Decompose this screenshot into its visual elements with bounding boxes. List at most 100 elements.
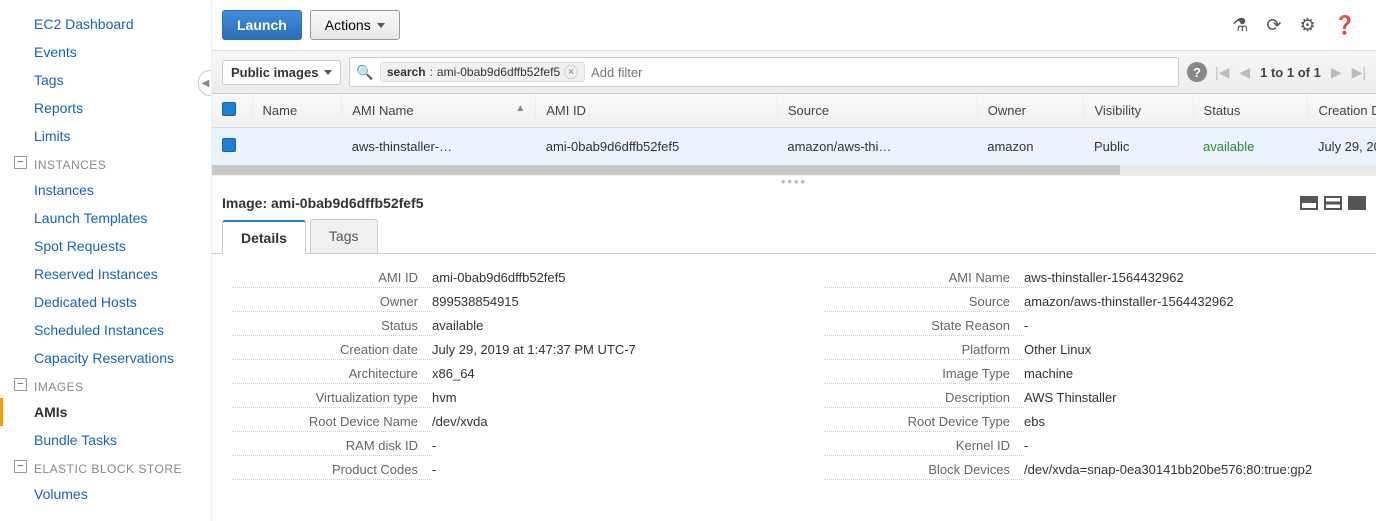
cell-ami-id: ami-0bab9d6dffb52fef5 xyxy=(536,128,778,166)
cell-ami-name: aws-thinstaller-… xyxy=(342,128,536,166)
sidebar-link-dedicated[interactable]: Dedicated Hosts xyxy=(0,288,211,316)
col-name[interactable]: Name xyxy=(252,94,342,128)
launch-button[interactable]: Launch xyxy=(222,10,302,40)
chevron-down-icon xyxy=(377,23,385,28)
sidebar-link-amis[interactable]: AMIs xyxy=(0,398,211,426)
pane-top-icon[interactable] xyxy=(1300,196,1318,210)
pane-split-icon[interactable] xyxy=(1324,196,1342,210)
toolbar: Launch Actions ⚗ ⟳ ⚙ ❓ xyxy=(212,0,1376,50)
col-ami-id[interactable]: AMI ID xyxy=(536,94,778,128)
sidebar-link-events[interactable]: Events xyxy=(0,38,211,66)
detail-value: AWS Thinstaller xyxy=(1024,390,1356,408)
table-scroll[interactable]: Name AMI Name▲ AMI ID Source Owner Visib… xyxy=(212,94,1376,165)
sidebar-link-reports[interactable]: Reports xyxy=(0,94,211,122)
detail-value: - xyxy=(432,462,764,480)
collapse-icon[interactable]: − xyxy=(14,378,27,391)
detail-value: Other Linux xyxy=(1024,342,1356,360)
sidebar-link-reserved[interactable]: Reserved Instances xyxy=(0,260,211,288)
page-next-icon[interactable]: ▶ xyxy=(1331,64,1342,81)
detail-value: machine xyxy=(1024,366,1356,384)
actions-button[interactable]: Actions xyxy=(310,10,400,40)
page-prev-icon[interactable]: ◀ xyxy=(1239,64,1250,81)
collapse-icon[interactable]: − xyxy=(14,156,27,169)
sidebar-link-tags[interactable]: Tags xyxy=(0,66,211,94)
sidebar-link-dashboard[interactable]: EC2 Dashboard xyxy=(0,10,211,38)
page-first-icon[interactable]: |◀ xyxy=(1215,64,1229,81)
tab-tags[interactable]: Tags xyxy=(310,219,378,253)
detail-value: 899538854915 xyxy=(432,294,764,312)
filter-chip[interactable]: search : ami-0bab9d6dffb52fef5 × xyxy=(380,62,585,82)
detail-title: Image: ami-0bab9d6dffb52fef5 xyxy=(222,195,424,211)
sidebar-link-bundle[interactable]: Bundle Tasks xyxy=(0,426,211,454)
detail-value: /dev/xvda xyxy=(432,414,764,432)
filter-bar: Public images 🔍 search : ami-0bab9d6dffb… xyxy=(212,50,1376,94)
detail-value: - xyxy=(1024,318,1356,336)
detail-value: - xyxy=(1024,438,1356,456)
tab-details[interactable]: Details xyxy=(222,220,306,254)
sidebar-link-scheduled[interactable]: Scheduled Instances xyxy=(0,316,211,344)
cell-visibility: Public xyxy=(1084,128,1193,166)
detail-label: Root Device Name xyxy=(232,414,432,432)
detail-header: Image: ami-0bab9d6dffb52fef5 xyxy=(212,187,1376,219)
detail-value: x86_64 xyxy=(432,366,764,384)
add-filter-input[interactable] xyxy=(591,65,1172,80)
detail-label: AMI Name xyxy=(824,270,1024,288)
detail-label: RAM disk ID xyxy=(232,438,432,456)
detail-label: Description xyxy=(824,390,1024,408)
sidebar-link-spot[interactable]: Spot Requests xyxy=(0,232,211,260)
cell-owner: amazon xyxy=(977,128,1084,166)
col-ami-name[interactable]: AMI Name▲ xyxy=(342,94,536,128)
detail-tabs: Details Tags xyxy=(212,219,1376,254)
detail-label: Source xyxy=(824,294,1024,312)
horizontal-scrollbar[interactable] xyxy=(212,165,1376,175)
row-checkbox[interactable] xyxy=(222,138,236,152)
sort-asc-icon: ▲ xyxy=(515,103,525,114)
col-owner[interactable]: Owner xyxy=(977,94,1084,128)
col-creation[interactable]: Creation Date xyxy=(1308,94,1376,128)
detail-label: Platform xyxy=(824,342,1024,360)
sidebar-link-limits[interactable]: Limits xyxy=(0,122,211,150)
col-status[interactable]: Status xyxy=(1193,94,1308,128)
sidebar-link-instances[interactable]: Instances xyxy=(0,176,211,204)
flask-icon[interactable]: ⚗ xyxy=(1232,15,1248,36)
actions-label: Actions xyxy=(325,17,371,33)
detail-label: Kernel ID xyxy=(824,438,1024,456)
sidebar-link-capacity[interactable]: Capacity Reservations xyxy=(0,344,211,372)
search-box[interactable]: 🔍 search : ami-0bab9d6dffb52fef5 × xyxy=(349,57,1179,87)
filter-scope-label: Public images xyxy=(231,65,318,80)
sidebar-link-launch-templates[interactable]: Launch Templates xyxy=(0,204,211,232)
details-left-column: AMI IDami-0bab9d6dffb52fef5 Owner8995388… xyxy=(232,270,764,486)
chip-key: search xyxy=(387,65,426,79)
help-icon[interactable]: ? xyxy=(1187,62,1207,82)
main-panel: Launch Actions ⚗ ⟳ ⚙ ❓ Public images 🔍 s… xyxy=(212,0,1376,521)
detail-label: Virtualization type xyxy=(232,390,432,408)
sidebar-link-volumes[interactable]: Volumes xyxy=(0,480,211,508)
split-handle-icon[interactable]: •••• xyxy=(212,175,1376,187)
refresh-icon[interactable]: ⟳ xyxy=(1266,15,1281,36)
collapse-icon[interactable]: − xyxy=(14,460,27,473)
ami-table: Name AMI Name▲ AMI ID Source Owner Visib… xyxy=(212,94,1376,165)
detail-label: Owner xyxy=(232,294,432,312)
chip-value: ami-0bab9d6dffb52fef5 xyxy=(437,65,560,79)
select-all-checkbox[interactable] xyxy=(222,102,236,116)
chip-remove-icon[interactable]: × xyxy=(564,65,578,79)
col-visibility[interactable]: Visibility xyxy=(1084,94,1193,128)
page-last-icon[interactable]: ▶| xyxy=(1352,64,1366,81)
filter-scope-dropdown[interactable]: Public images xyxy=(222,60,341,85)
table-row[interactable]: aws-thinstaller-… ami-0bab9d6dffb52fef5 … xyxy=(212,128,1376,166)
cell-source: amazon/aws-thi… xyxy=(777,128,977,166)
pager: |◀ ◀ 1 to 1 of 1 ▶ ▶| xyxy=(1215,64,1366,81)
detail-label: Image Type xyxy=(824,366,1024,384)
chip-sep: : xyxy=(430,65,433,79)
cell-creation: July 29, 2019 at 1:47:37 PM… xyxy=(1308,128,1376,166)
col-source[interactable]: Source xyxy=(777,94,977,128)
sidebar: EC2 Dashboard Events Tags Reports Limits… xyxy=(0,0,212,521)
detail-value: ebs xyxy=(1024,414,1356,432)
pane-full-icon[interactable] xyxy=(1348,196,1366,210)
sidebar-group-images: IMAGES xyxy=(0,372,211,398)
chevron-down-icon xyxy=(324,70,332,75)
gear-icon[interactable]: ⚙ xyxy=(1299,15,1315,36)
detail-value: ami-0bab9d6dffb52fef5 xyxy=(432,270,764,288)
help-top-icon[interactable]: ❓ xyxy=(1334,15,1356,36)
detail-value: available xyxy=(432,318,764,336)
